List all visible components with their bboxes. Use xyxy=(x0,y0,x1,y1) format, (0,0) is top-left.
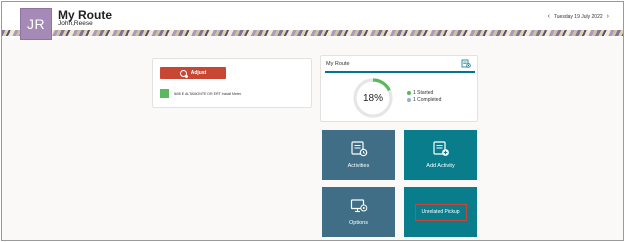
completed-dot xyxy=(407,97,411,102)
activities-tile[interactable]: Activities xyxy=(322,130,395,180)
options-label: Options xyxy=(349,220,368,226)
route-card-title: My Route xyxy=(326,61,350,67)
add-activity-label: Add Activity xyxy=(426,163,455,169)
route-card: My Route 18% 1 Started 1 Completed xyxy=(320,55,478,122)
route-map-icon[interactable] xyxy=(461,59,471,69)
legend-completed: 1 Completed xyxy=(407,96,441,103)
legend-started: 1 Started xyxy=(407,89,441,96)
current-date: Tuesday 19 July 2022 xyxy=(553,13,603,20)
activity-text: i606 E ALTAMONTE DR ERT Install Meter xyxy=(174,91,242,96)
route-card-divider xyxy=(325,71,475,73)
options-tile[interactable]: Options xyxy=(322,187,395,237)
avatar[interactable]: JR xyxy=(20,8,52,40)
chevron-right-icon[interactable]: › xyxy=(607,13,609,20)
app-frame: JR My Route John,Reese ‹ Tuesday 19 July… xyxy=(1,1,624,241)
activity-card: Adjust i606 E ALTAMONTE DR ERT Install M… xyxy=(152,58,312,108)
progress-legend: 1 Started 1 Completed xyxy=(407,89,441,103)
activity-status-swatch xyxy=(160,89,169,98)
unrelated-pickup-focus-box: Unrelated Pickup xyxy=(414,203,467,221)
legend-started-label: 1 Started xyxy=(413,89,434,96)
add-activity-tile[interactable]: Add Activity xyxy=(404,130,477,180)
progress-percent: 18% xyxy=(362,92,383,104)
activity-item[interactable]: i606 E ALTAMONTE DR ERT Install Meter xyxy=(160,89,241,98)
unrelated-pickup-tile[interactable]: Unrelated Pickup xyxy=(404,187,477,237)
add-activity-icon xyxy=(432,141,449,156)
user-name: John,Reese xyxy=(58,20,93,27)
activities-icon xyxy=(350,141,367,157)
started-dot xyxy=(407,90,411,95)
header: JR My Route John,Reese ‹ Tuesday 19 July… xyxy=(2,2,623,40)
activities-label: Activities xyxy=(347,163,370,169)
unrelated-pickup-label: Unrelated Pickup xyxy=(421,209,460,215)
legend-completed-label: 1 Completed xyxy=(413,96,442,103)
date-navigator: ‹ Tuesday 19 July 2022 › xyxy=(548,13,609,20)
options-icon xyxy=(350,199,367,213)
adjust-icon xyxy=(179,69,188,78)
adjust-label: Adjust xyxy=(190,70,207,76)
header-pattern xyxy=(2,30,623,36)
adjust-button[interactable]: Adjust xyxy=(160,67,226,79)
chevron-left-icon[interactable]: ‹ xyxy=(548,13,550,20)
